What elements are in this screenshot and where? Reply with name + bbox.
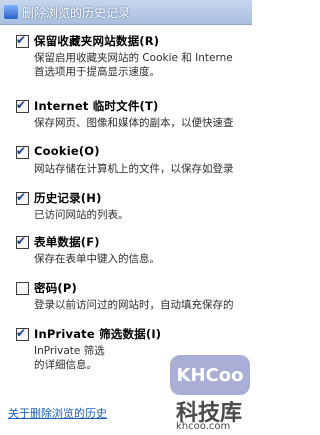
option-label[interactable]: 历史记录(H) <box>34 190 102 206</box>
option-preserve-favorites: ✔ 保留收藏夹网站数据(R) 保留启用收藏夹网站的 Cookie 和 Inter… <box>16 33 252 79</box>
window-title: 删除浏览的历史记录 <box>22 6 131 20</box>
option-label[interactable]: Cookie(O) <box>34 144 100 158</box>
option-label[interactable]: 保留收藏夹网站数据(R) <box>34 33 159 49</box>
checkbox-cookies[interactable]: ✔ <box>16 144 29 159</box>
checkbox-inprivate-filtering[interactable]: ✔ <box>16 326 29 341</box>
watermark-logo: KHCoo <box>170 355 250 395</box>
option-description: 已访问网站的列表。 <box>34 208 252 222</box>
checkbox-temp-files[interactable]: ✔ <box>16 98 29 113</box>
description-line: 已访问网站的列表。 <box>34 209 129 221</box>
option-description: 保留启用收藏夹网站的 Cookie 和 Interne 首选项用于提高显示速度。 <box>34 51 252 79</box>
watermark-url: khcoo.com <box>176 421 231 432</box>
checkbox-history[interactable]: ✔ <box>16 190 29 205</box>
description-line: 首选项用于提高显示速度。 <box>34 66 160 78</box>
description-line: 网站存储在计算机上的文件，以保存如登录 <box>34 163 234 175</box>
title-bar: 删除浏览的历史记录 <box>0 0 252 25</box>
option-form-data: ✔ 表单数据(F) 保存在表单中键入的信息。 <box>16 234 252 266</box>
check-icon: ✔ <box>16 326 27 340</box>
option-description: 保存在表单中键入的信息。 <box>34 252 252 266</box>
about-deleting-history-link[interactable]: 关于删除浏览的历史 <box>8 405 107 421</box>
option-description: 登录以前访问过的网站时，自动填充保存的 <box>34 298 252 312</box>
description-line: 保留启用收藏夹网站的 Cookie 和 Interne <box>34 52 233 64</box>
checkbox-preserve-favorites[interactable]: ✔ <box>16 33 29 48</box>
option-label[interactable]: InPrivate 筛选数据(I) <box>34 326 161 342</box>
option-temp-files: ✔ Internet 临时文件(T) 保存网页、图像和媒体的副本，以便快速查 <box>16 98 252 130</box>
check-icon: ✔ <box>16 190 27 204</box>
option-label[interactable]: 表单数据(F) <box>34 234 100 250</box>
check-icon: ✔ <box>16 33 27 47</box>
checkbox-form-data[interactable]: ✔ <box>16 234 29 249</box>
option-description: 保存网页、图像和媒体的副本，以便快速查 <box>34 116 252 130</box>
checkbox-passwords[interactable] <box>16 282 29 295</box>
check-icon: ✔ <box>16 98 27 112</box>
check-icon: ✔ <box>16 234 27 248</box>
option-passwords: 密码(P) 登录以前访问过的网站时，自动填充保存的 <box>16 280 252 312</box>
description-line: 登录以前访问过的网站时，自动填充保存的 <box>34 299 234 311</box>
description-line: 保存网页、图像和媒体的副本，以便快速查 <box>34 117 234 129</box>
option-label[interactable]: Internet 临时文件(T) <box>34 98 158 114</box>
option-history: ✔ 历史记录(H) 已访问网站的列表。 <box>16 190 252 222</box>
description-line: 保存在表单中键入的信息。 <box>34 253 160 265</box>
app-icon <box>4 5 18 19</box>
watermark: KHCoo 科技库 khcoo.com <box>170 355 252 435</box>
option-label[interactable]: 密码(P) <box>34 280 77 296</box>
check-icon: ✔ <box>16 144 27 158</box>
option-description: 网站存储在计算机上的文件，以保存如登录 <box>34 162 252 176</box>
option-cookies: ✔ Cookie(O) 网站存储在计算机上的文件，以保存如登录 <box>16 144 252 176</box>
